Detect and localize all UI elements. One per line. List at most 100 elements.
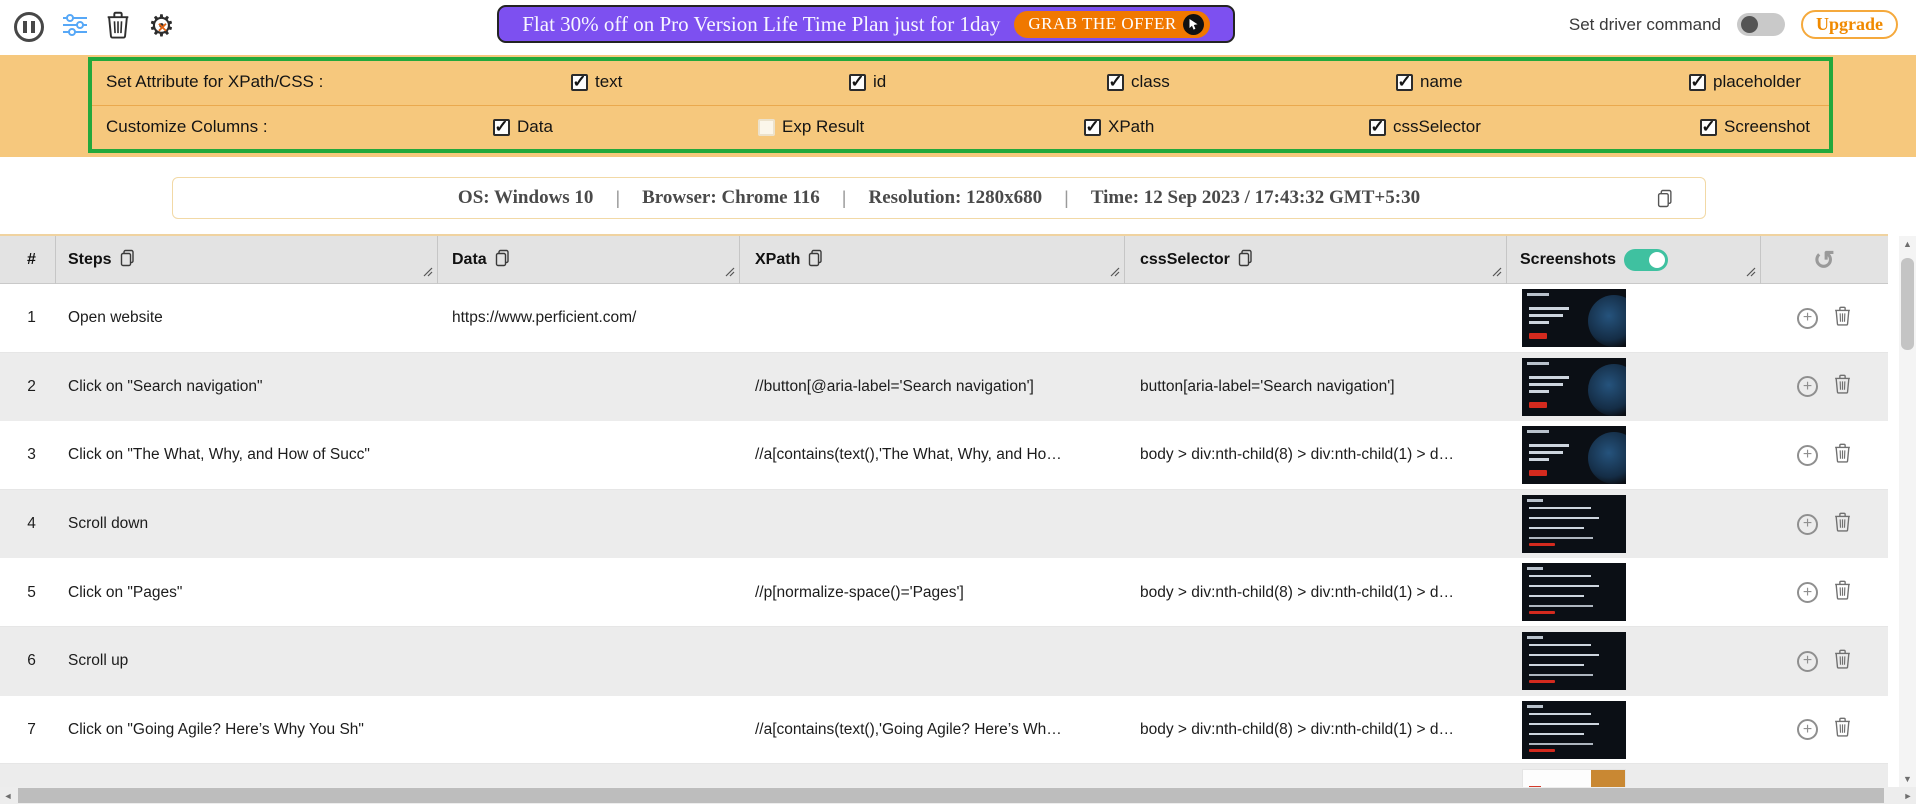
session-info-os: OS: Windows 10 — [457, 187, 594, 208]
add-step-button[interactable]: + — [1797, 582, 1818, 604]
copy-column-icon[interactable] — [495, 249, 510, 272]
settings-tools-icon[interactable]: ⚙ ✕ — [148, 10, 180, 44]
screenshot-thumbnail[interactable] — [1522, 289, 1626, 347]
option-cssselector: ✓ cssSelector — [1369, 117, 1481, 137]
scroll-down-arrow[interactable]: ▼ — [1899, 771, 1916, 787]
session-info-bar: OS: Windows 10 | Browser: Chrome 116 | Resol… — [172, 177, 1706, 219]
option-placeholder: ✓ placeholder — [1689, 72, 1801, 92]
add-step-button[interactable]: + — [1797, 307, 1818, 329]
column-resize-handle[interactable] — [725, 264, 735, 282]
step-css-selector: body > div:nth-child(8) > div:nth-child(… — [1140, 720, 1455, 738]
screenshots-toggle[interactable] — [1624, 249, 1669, 271]
option-id: ✓ id — [849, 72, 886, 92]
scroll-right-arrow[interactable]: ► — [1900, 787, 1916, 804]
grab-offer-label: GRAB THE OFFER — [1028, 14, 1177, 33]
delete-step-button[interactable] — [1834, 512, 1851, 537]
add-step-button[interactable]: + — [1797, 444, 1818, 466]
testcase-recorder-app: ⚙ ✕ Flat 30% off on Pro Version Life Tim… — [0, 0, 1916, 804]
checkbox-label: Data — [517, 117, 553, 136]
screenshot-checkbox[interactable]: ✓ — [1700, 117, 1717, 136]
step-css-selector — [1124, 490, 1506, 559]
horizontal-scrollbar[interactable]: ◄ ► — [0, 787, 1916, 804]
step-description: Scroll up — [68, 652, 129, 670]
vertical-scroll-thumb[interactable] — [1901, 258, 1914, 350]
step-description: Open website — [68, 309, 163, 327]
info-separator: | — [841, 187, 847, 208]
pause-icon[interactable] — [14, 12, 44, 42]
add-step-button[interactable]: + — [1797, 513, 1818, 535]
scroll-up-arrow[interactable]: ▲ — [1899, 236, 1916, 252]
add-step-button[interactable]: + — [1797, 719, 1818, 741]
attribute-row-1: Set Attribute for XPath/CSS : ✓ text ✓ id ✓ cl… — [92, 61, 1829, 105]
text-checkbox[interactable]: ✓ — [571, 72, 588, 91]
name-checkbox[interactable]: ✓ — [1396, 72, 1413, 91]
copy-column-icon[interactable] — [120, 249, 135, 272]
trash-icon[interactable] — [106, 11, 130, 44]
column-resize-handle[interactable] — [1746, 264, 1756, 282]
column-header-xpath: XPath — [739, 236, 1124, 284]
delete-step-button[interactable] — [1834, 580, 1851, 605]
screenshot-thumbnail[interactable] — [1522, 700, 1626, 759]
delete-step-button[interactable] — [1834, 374, 1851, 399]
grab-offer-button[interactable]: GRAB THE OFFER — [1014, 10, 1210, 38]
step-description: Click on "The What, Why, and How of Succ… — [68, 446, 370, 464]
placeholder-checkbox[interactable]: ✓ — [1689, 72, 1706, 91]
copy-column-icon[interactable] — [808, 249, 823, 272]
driver-command-label: Set driver command — [1568, 14, 1721, 34]
column-label: Screenshots — [1520, 251, 1617, 268]
checkbox-label: cssSelector — [1393, 117, 1481, 136]
screenshot-thumbnail[interactable] — [1522, 769, 1626, 787]
upgrade-button[interactable]: Upgrade — [1801, 10, 1898, 39]
row-actions: + — [1760, 627, 1888, 696]
delete-step-button[interactable] — [1834, 443, 1851, 468]
copy-column-icon[interactable] — [1238, 249, 1253, 272]
add-step-button[interactable]: + — [1797, 376, 1818, 398]
copy-session-info-icon[interactable] — [1657, 189, 1673, 213]
column-resize-handle[interactable] — [423, 264, 433, 282]
data-checkbox[interactable]: ✓ — [493, 117, 510, 136]
delete-step-button[interactable] — [1834, 717, 1851, 742]
option-screenshot: ✓ Screenshot — [1700, 117, 1810, 137]
table-row: 4 Scroll down + — [0, 489, 1888, 559]
session-info-resolution: Resolution: 1280x680 — [868, 187, 1043, 208]
delete-step-button[interactable] — [1834, 306, 1851, 331]
option-text: ✓ text — [571, 72, 622, 92]
row-actions: + — [1760, 558, 1888, 627]
screenshot-thumbnail[interactable] — [1522, 357, 1626, 416]
screenshot-thumbnail[interactable] — [1522, 494, 1626, 553]
screenshot-thumbnail[interactable] — [1522, 426, 1626, 485]
table-row: 6 Scroll up + — [0, 627, 1888, 696]
attribute-row-2: Customize Columns : ✓ Data Exp Result ✓ XPath… — [92, 105, 1829, 149]
row-actions: + — [1760, 696, 1888, 765]
horizontal-scroll-thumb[interactable] — [18, 788, 1884, 803]
exp-result-checkbox[interactable] — [758, 118, 775, 136]
class-checkbox[interactable]: ✓ — [1107, 72, 1124, 91]
scroll-left-arrow[interactable]: ◄ — [0, 787, 16, 804]
id-checkbox[interactable]: ✓ — [849, 72, 866, 91]
step-css-selector: button[aria-label='Search navigation'] — [1140, 377, 1395, 395]
vertical-scrollbar[interactable]: ▲ ▼ — [1899, 236, 1916, 787]
column-resize-handle[interactable] — [1110, 264, 1120, 282]
checkbox-label: placeholder — [1713, 72, 1801, 91]
xpath-checkbox[interactable]: ✓ — [1084, 117, 1101, 136]
step-xpath: //p[normalize-space()='Pages'] — [755, 583, 964, 601]
table-row: 5 Click on "Pages" //p[normalize-space()='… — [0, 558, 1888, 627]
cssselector-checkbox[interactable]: ✓ — [1369, 117, 1386, 136]
tools-cross-glyph: ✕ — [157, 20, 168, 35]
option-exp-result: Exp Result — [758, 117, 864, 137]
option-data: ✓ Data — [493, 117, 553, 137]
column-resize-handle[interactable] — [1492, 264, 1502, 282]
column-label: cssSelector — [1140, 251, 1230, 268]
checkbox-label: class — [1131, 72, 1170, 91]
add-step-button[interactable]: + — [1797, 650, 1818, 672]
table-row: 2 Click on "Search navigation" //button[@a… — [0, 352, 1888, 422]
undo-icon[interactable]: ↺ — [1813, 245, 1835, 276]
step-xpath — [739, 627, 1124, 696]
screenshot-thumbnail[interactable] — [1522, 563, 1626, 622]
driver-command-toggle[interactable] — [1737, 13, 1785, 36]
filters-icon[interactable] — [62, 13, 88, 42]
screenshot-thumbnail[interactable] — [1522, 632, 1626, 690]
delete-step-button[interactable] — [1834, 649, 1851, 674]
step-xpath — [739, 284, 1124, 353]
step-xpath: //a[contains(text(),'The What, Why, and … — [755, 446, 1062, 464]
